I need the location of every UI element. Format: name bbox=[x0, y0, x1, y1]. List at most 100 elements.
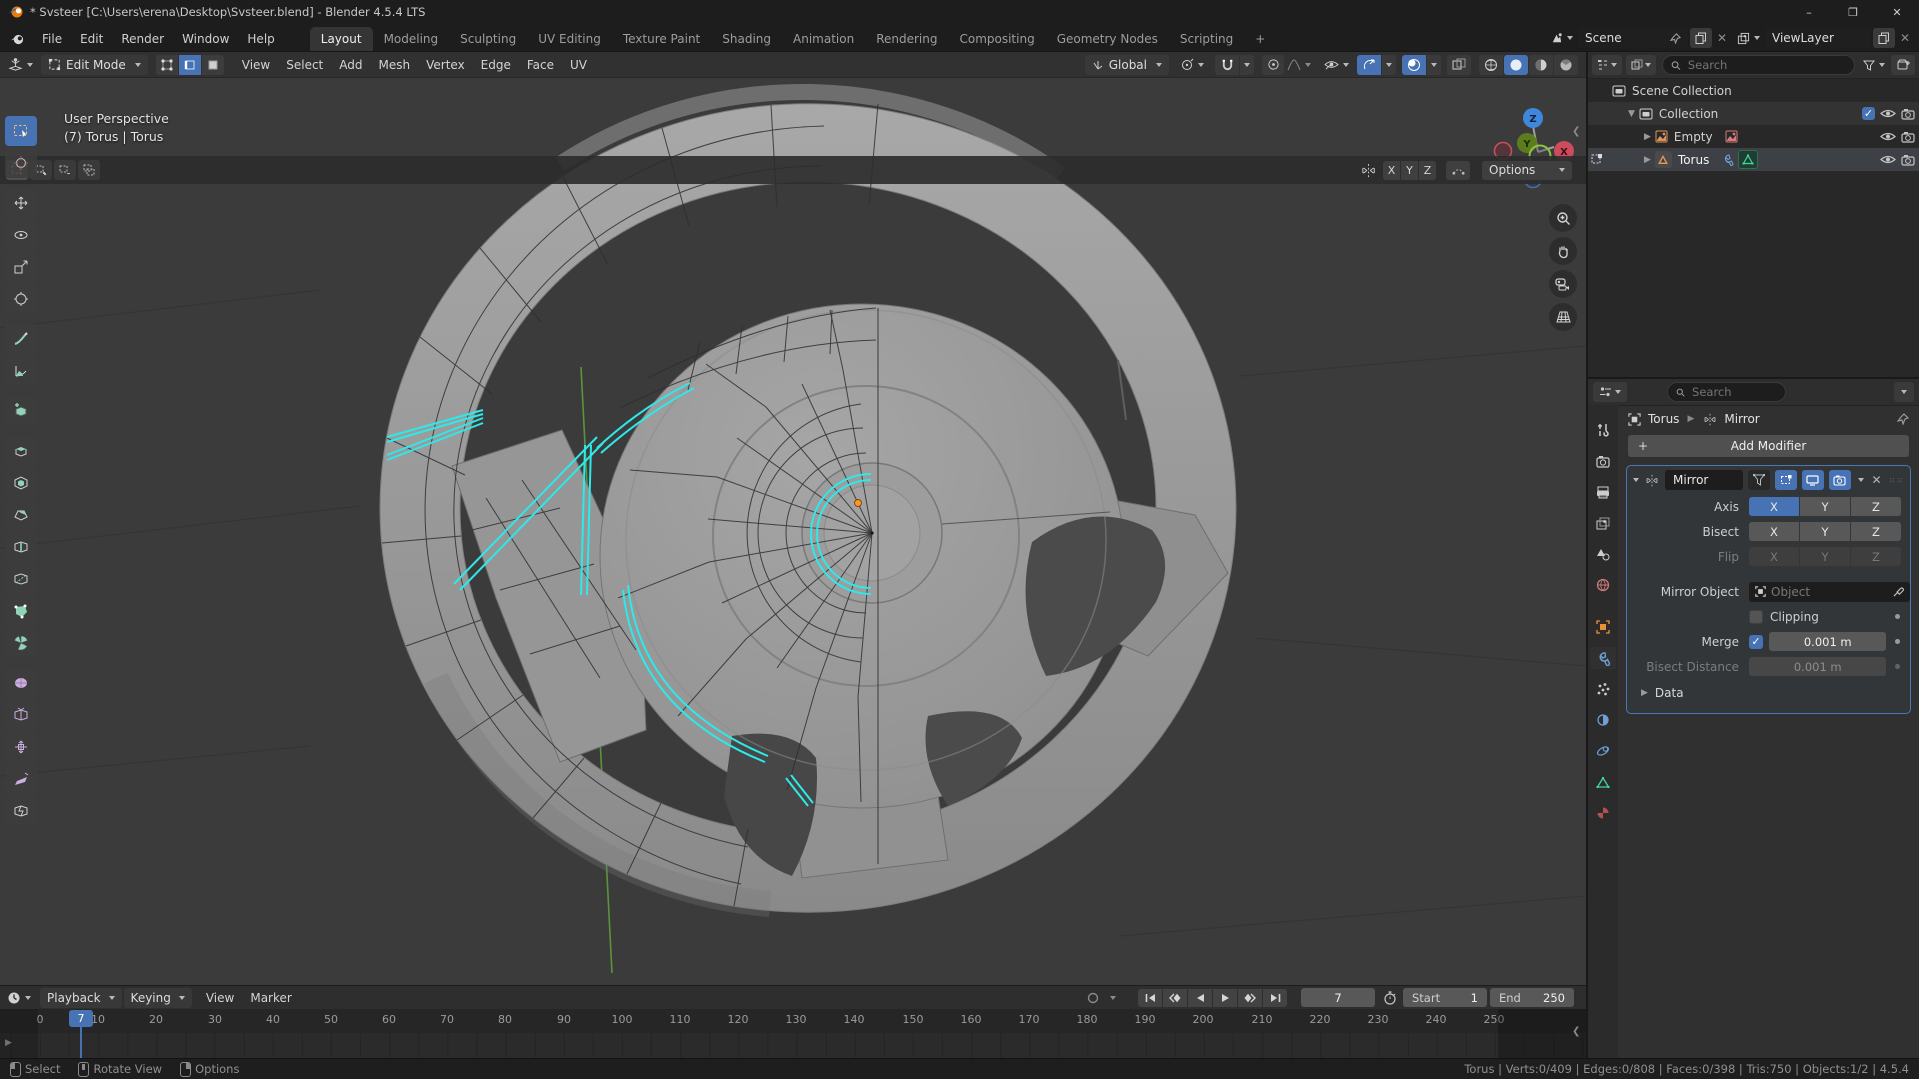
tool-shrink-fatten[interactable] bbox=[5, 732, 37, 762]
maximize-button[interactable]: ❐ bbox=[1831, 0, 1875, 24]
chevron-down-icon[interactable]: ▼ bbox=[1628, 109, 1635, 119]
tab-output[interactable] bbox=[1590, 481, 1616, 503]
tab-modeling[interactable]: Modeling bbox=[373, 27, 450, 51]
edge-select-mode-button[interactable] bbox=[178, 54, 201, 75]
close-button[interactable]: ✕ bbox=[1875, 0, 1919, 24]
playback-menu[interactable]: Playback bbox=[40, 987, 122, 1008]
data-subpanel-header[interactable]: ▶ Data bbox=[1627, 681, 1910, 705]
transform-orientation-dropdown[interactable]: Global bbox=[1084, 54, 1169, 75]
outliner-row-torus[interactable]: ▶ Torus bbox=[1588, 148, 1919, 171]
tool-inset-faces[interactable] bbox=[5, 468, 37, 498]
pan-button[interactable] bbox=[1549, 237, 1577, 265]
outliner-search-input[interactable] bbox=[1685, 57, 1846, 73]
collection-checkbox[interactable]: ✓ bbox=[1862, 107, 1875, 120]
modifier-name-field[interactable]: Mirror bbox=[1665, 470, 1743, 490]
pin-icon[interactable] bbox=[1670, 32, 1681, 44]
properties-options-dropdown[interactable] bbox=[1894, 382, 1914, 402]
merge-checkbox[interactable]: ✓ bbox=[1749, 634, 1763, 649]
axis-y-button[interactable]: Y bbox=[1800, 497, 1850, 516]
menu-render[interactable]: Render bbox=[112, 27, 173, 51]
tool-move[interactable] bbox=[5, 188, 37, 218]
viewport-menu-uv[interactable]: UV bbox=[562, 54, 595, 76]
bisect-x-button[interactable]: X bbox=[1749, 522, 1799, 541]
snap-dropdown[interactable] bbox=[1240, 54, 1254, 75]
playhead-label[interactable]: 7 bbox=[69, 1010, 93, 1027]
tab-physics[interactable] bbox=[1590, 709, 1616, 731]
tab-uv-editing[interactable]: UV Editing bbox=[527, 27, 612, 51]
panel-expand-icon[interactable] bbox=[1633, 478, 1639, 482]
viewport-menu-add[interactable]: Add bbox=[331, 54, 370, 76]
outliner-search[interactable] bbox=[1662, 55, 1855, 75]
tab-animation[interactable]: Animation bbox=[782, 27, 865, 51]
snap-base-icon[interactable] bbox=[1446, 160, 1470, 180]
shading-wireframe-button[interactable] bbox=[1479, 54, 1503, 75]
tab-geometry-nodes[interactable]: Geometry Nodes bbox=[1046, 27, 1169, 51]
animate-dot[interactable] bbox=[1895, 664, 1900, 669]
tab-world[interactable] bbox=[1590, 574, 1616, 596]
shading-rendered-button[interactable] bbox=[1554, 54, 1578, 75]
proportional-editing-toggle[interactable] bbox=[1262, 54, 1284, 75]
tool-poly-build[interactable] bbox=[5, 596, 37, 626]
tab-render[interactable] bbox=[1590, 450, 1616, 472]
app-menu-icon[interactable] bbox=[0, 29, 33, 51]
flip-z-button[interactable]: Z bbox=[1851, 547, 1901, 566]
tool-rotate[interactable] bbox=[5, 220, 37, 250]
xray-toggle[interactable] bbox=[1447, 54, 1471, 75]
flip-x-button[interactable]: X bbox=[1749, 547, 1799, 566]
viewport-menu-view[interactable]: View bbox=[234, 54, 278, 76]
timeline-marker-menu[interactable]: Marker bbox=[242, 987, 299, 1009]
pivot-point-dropdown[interactable] bbox=[1177, 58, 1207, 72]
modifier-extras-dropdown[interactable] bbox=[1857, 478, 1864, 482]
tool-bevel[interactable] bbox=[5, 500, 37, 530]
mirror-y-button[interactable]: Y bbox=[1401, 160, 1418, 180]
breadcrumb-modifier[interactable]: Mirror bbox=[1724, 412, 1759, 426]
tool-annotate[interactable] bbox=[5, 324, 37, 354]
chevron-right-icon[interactable]: ▶ bbox=[1644, 155, 1651, 165]
gizmos-toggle[interactable] bbox=[1357, 54, 1381, 75]
tool-knife[interactable] bbox=[5, 564, 37, 594]
viewport-menu-select[interactable]: Select bbox=[278, 54, 331, 76]
select-mode-intersect-button[interactable] bbox=[78, 160, 100, 180]
menu-edit[interactable]: Edit bbox=[71, 27, 112, 51]
tool-loop-cut[interactable] bbox=[5, 532, 37, 562]
tab-layout[interactable]: Layout bbox=[309, 27, 373, 51]
outliner-row-scene-collection[interactable]: Scene Collection bbox=[1588, 79, 1919, 102]
minimize-button[interactable]: – bbox=[1787, 0, 1831, 24]
outliner-row-empty[interactable]: ▶ Empty bbox=[1588, 125, 1919, 148]
tab-modifiers[interactable] bbox=[1590, 647, 1616, 669]
region-collapse-icon[interactable]: ❮ bbox=[1572, 126, 1580, 137]
menu-file[interactable]: File bbox=[33, 27, 71, 51]
tab-scripting[interactable]: Scripting bbox=[1169, 27, 1244, 51]
play-reverse-button[interactable] bbox=[1188, 988, 1212, 1007]
outliner-row-collection[interactable]: ▼ Collection ✓ bbox=[1588, 102, 1919, 125]
hide-eye-icon[interactable] bbox=[1880, 131, 1896, 142]
mirror-object-field[interactable]: Object bbox=[1749, 581, 1910, 602]
menu-help[interactable]: Help bbox=[238, 27, 283, 51]
menu-window[interactable]: Window bbox=[173, 27, 238, 51]
stopwatch-icon[interactable] bbox=[1383, 990, 1397, 1005]
camera-view-button[interactable] bbox=[1549, 270, 1577, 298]
animate-dot[interactable] bbox=[1895, 614, 1900, 619]
add-workspace-button[interactable]: + bbox=[1244, 27, 1276, 51]
axis-z-button[interactable]: Z bbox=[1851, 497, 1901, 516]
properties-editor-type-dropdown[interactable] bbox=[1593, 382, 1627, 402]
tool-cursor[interactable] bbox=[5, 148, 37, 178]
face-select-mode-button[interactable] bbox=[201, 54, 224, 75]
keying-menu[interactable]: Keying bbox=[123, 987, 192, 1008]
modifier-editmode-toggle[interactable] bbox=[1774, 470, 1797, 490]
modifier-render-toggle[interactable] bbox=[1828, 470, 1851, 490]
modifier-realtime-toggle[interactable] bbox=[1801, 470, 1824, 490]
tab-tool[interactable] bbox=[1590, 419, 1616, 441]
gizmos-dropdown[interactable] bbox=[1382, 54, 1396, 75]
viewport-menu-edge[interactable]: Edge bbox=[473, 54, 519, 76]
viewport-menu-vertex[interactable]: Vertex bbox=[418, 54, 473, 76]
new-scene-button[interactable] bbox=[1690, 28, 1712, 48]
vertex-select-mode-button[interactable] bbox=[155, 54, 178, 75]
unlink-scene-button[interactable]: ✕ bbox=[1714, 28, 1730, 48]
breadcrumb-object[interactable]: Torus bbox=[1648, 412, 1679, 426]
properties-search-input[interactable] bbox=[1690, 384, 1777, 400]
next-keyframe-button[interactable] bbox=[1238, 988, 1262, 1007]
merge-threshold-field[interactable]: 0.001 m bbox=[1769, 632, 1887, 651]
jump-to-end-button[interactable] bbox=[1263, 988, 1287, 1007]
tab-rendering[interactable]: Rendering bbox=[865, 27, 948, 51]
